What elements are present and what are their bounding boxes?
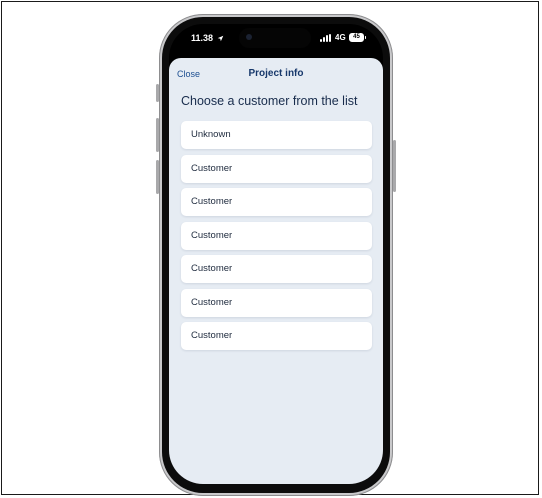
signal-icon (320, 34, 332, 42)
clock-text: 11.38 (191, 33, 214, 43)
customer-list-item[interactable]: Customer (181, 221, 372, 250)
sheet-header: Close Project info (169, 66, 383, 86)
action-button (156, 84, 159, 102)
page-heading: Choose a customer from the list (181, 94, 358, 108)
volume-down-button (156, 160, 159, 194)
customer-list-item[interactable]: Customer (181, 322, 372, 350)
volume-up-button (156, 118, 159, 152)
power-button (393, 140, 396, 192)
customer-list-item[interactable]: Customer (181, 288, 372, 317)
customer-list: Unknown Customer Customer Customer Customer C… (181, 121, 372, 356)
network-type: 4G (335, 33, 346, 42)
dynamic-island (239, 28, 311, 48)
modal-sheet: Close Project info Choose a customer fro… (169, 58, 383, 484)
camera-icon (246, 34, 252, 40)
location-arrow-icon (217, 35, 223, 42)
customer-list-item[interactable]: Unknown (181, 121, 372, 149)
customer-list-item[interactable]: Customer (181, 255, 372, 283)
customer-list-item[interactable]: Customer (181, 154, 372, 183)
battery-icon: 45 (349, 33, 366, 42)
sheet-title: Project info (248, 68, 304, 79)
customer-list-item[interactable]: Customer (181, 188, 372, 216)
status-time: 11.38 (191, 33, 224, 43)
status-bar: 11.38 4G 45 (169, 24, 383, 58)
phone-screen: 11.38 4G 45 Close Project info Choose a … (169, 24, 383, 484)
battery-level: 45 (353, 34, 360, 40)
